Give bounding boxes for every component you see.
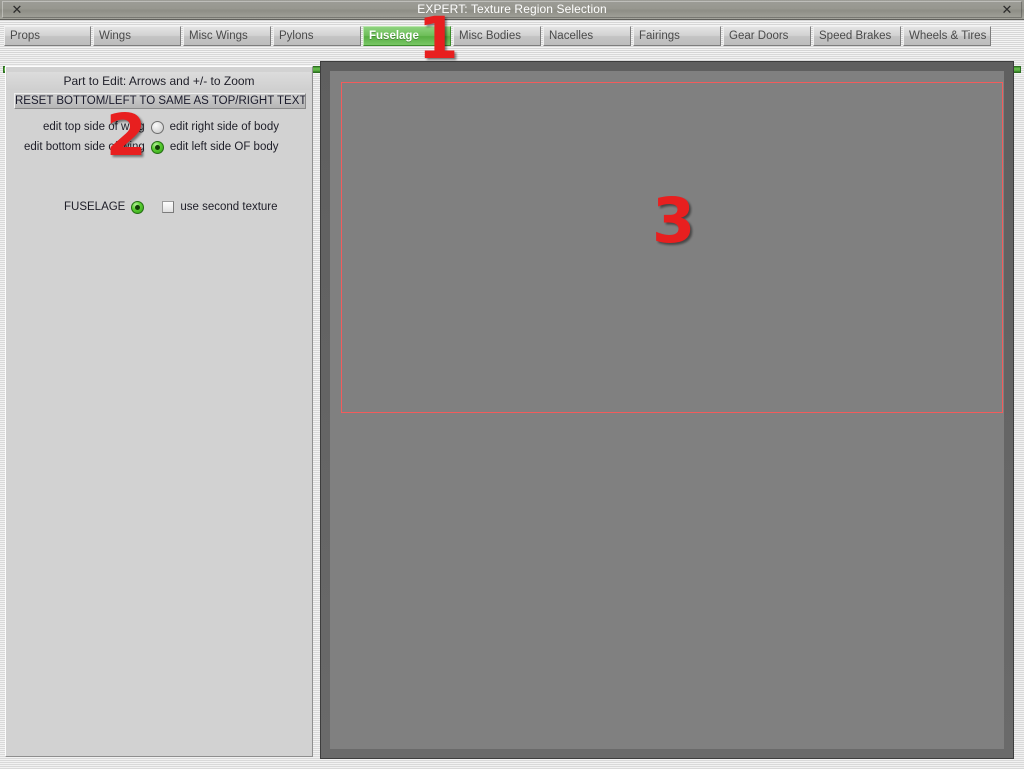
tab-pylons[interactable]: Pylons: [273, 26, 361, 46]
close-icon-right[interactable]: ✕: [998, 2, 1016, 18]
edit-right-side-of-body-label: edit right side of body: [169, 121, 279, 133]
use-second-texture-label: use second texture: [180, 201, 278, 213]
reset-texture-button[interactable]: RESET BOTTOM/LEFT TO SAME AS TOP/RIGHT T…: [14, 93, 306, 109]
tab-gear-doors[interactable]: Gear Doors: [723, 26, 811, 46]
tab-row: Props Wings Misc Wings Pylons Fuselage M…: [4, 26, 993, 46]
use-second-texture-checkbox[interactable]: [162, 201, 175, 213]
close-icon-left[interactable]: ✕: [8, 2, 26, 18]
edit-left-side-of-body-label: edit left side OF body: [169, 141, 279, 153]
texture-canvas[interactable]: [330, 71, 1004, 749]
edit-bottom-side-row: edit bottom side of wing edit left side …: [24, 139, 279, 155]
fuselage-radio[interactable]: [131, 200, 145, 214]
fuselage-label: FUSELAGE: [64, 201, 126, 213]
edit-right-side-of-body-radio[interactable]: [150, 120, 164, 134]
edit-bottom-side-of-wing-label: edit bottom side of wing: [24, 141, 145, 153]
titlebar-bevel: [2, 1, 1022, 18]
tab-wings[interactable]: Wings: [93, 26, 181, 46]
edit-left-side-of-body-radio[interactable]: [150, 140, 164, 154]
edit-top-side-row: edit top side of wing edit right side of…: [43, 119, 279, 135]
window-titlebar: ✕ EXPERT: Texture Region Selection ✕: [0, 0, 1024, 20]
tab-wheels-tires[interactable]: Wheels & Tires: [903, 26, 991, 46]
tab-misc-bodies[interactable]: Misc Bodies: [453, 26, 541, 46]
tab-strip: Props Wings Misc Wings Pylons Fuselage M…: [0, 20, 1024, 75]
texture-viewport-frame: [320, 61, 1014, 759]
part-to-edit-panel: Part to Edit: Arrows and +/- to Zoom RES…: [5, 66, 313, 757]
tab-fuselage[interactable]: Fuselage: [363, 26, 451, 46]
tab-nacelles[interactable]: Nacelles: [543, 26, 631, 46]
tab-speed-brakes[interactable]: Speed Brakes: [813, 26, 901, 46]
panel-title: Part to Edit: Arrows and +/- to Zoom: [7, 72, 311, 90]
tab-props[interactable]: Props: [4, 26, 91, 46]
tab-misc-wings[interactable]: Misc Wings: [183, 26, 271, 46]
edit-top-side-of-wing-label: edit top side of wing: [43, 121, 145, 133]
texture-region-selection-rect[interactable]: [341, 82, 1003, 413]
expert-texture-region-window: ✕ EXPERT: Texture Region Selection ✕ Pro…: [0, 0, 1024, 769]
tab-fairings[interactable]: Fairings: [633, 26, 721, 46]
fuselage-row: FUSELAGE use second texture: [64, 199, 278, 215]
